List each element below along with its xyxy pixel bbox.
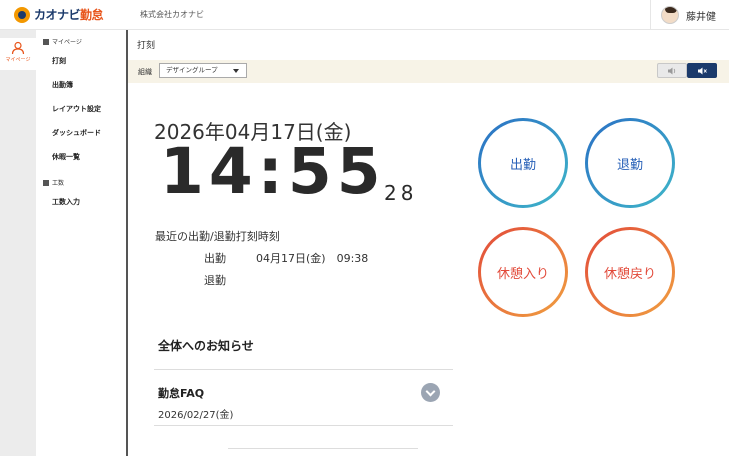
recent-clock-in-value: 04月17日(金) 09:38 [256, 252, 369, 265]
app-header: カオナビ勤怠 株式会社カオナビ 藤井健 [0, 0, 729, 30]
user-menu[interactable]: 藤井健 [650, 0, 729, 30]
group-select[interactable]: デザイングループ [159, 63, 247, 78]
avatar [661, 6, 679, 24]
nav-divider [126, 30, 128, 456]
filter-toolbar: 組織 デザイングループ [128, 60, 729, 83]
recent-clock-out-label: 退勤 [204, 274, 226, 287]
group-select-value: デザイングループ [166, 66, 218, 74]
section-box-icon [43, 179, 49, 186]
nav-section-mypage: マイページ [43, 37, 82, 46]
notice-divider [154, 425, 453, 426]
notice-divider [154, 369, 453, 370]
clock-in-button[interactable]: 出勤 [478, 118, 568, 208]
rail-item-mypage[interactable]: マイページ [0, 38, 36, 70]
nav-item-attendance-book[interactable]: 出勤簿 [52, 80, 73, 90]
group-label: 組織 [138, 68, 152, 76]
nav-item-leave-list[interactable]: 休暇一覧 [52, 152, 80, 162]
rail-item-label: マイページ [5, 57, 31, 63]
speaker-on-icon [668, 67, 676, 75]
recent-clock-in-label: 出勤 [204, 252, 226, 265]
icon-rail: マイページ [0, 30, 36, 456]
person-icon [11, 41, 25, 55]
break-end-button[interactable]: 休憩戻り [585, 227, 675, 317]
company-name: 株式会社カオナビ [140, 10, 204, 19]
break-start-button[interactable]: 休憩入り [478, 227, 568, 317]
side-nav: マイページ 打刻 出勤簿 レイアウト設定 ダッシュボード 休暇一覧 工数 工数入… [36, 30, 126, 456]
nav-item-dashboard[interactable]: ダッシュボード [52, 128, 101, 138]
nav-item-worktime-input[interactable]: 工数入力 [52, 197, 80, 207]
current-seconds: 28 [384, 181, 418, 205]
clock-in-label: 出勤 [481, 121, 565, 205]
chevron-down-icon[interactable] [421, 383, 440, 402]
section-box-icon [43, 38, 49, 45]
recent-punch-heading: 最近の出勤/退勤打刻時刻 [155, 230, 280, 243]
nav-item-punch[interactable]: 打刻 [52, 56, 66, 66]
nav-item-layout-settings[interactable]: レイアウト設定 [52, 104, 101, 114]
logo-text-main: カオナビ [34, 8, 81, 22]
notice-item-title[interactable]: 勤怠FAQ [158, 385, 204, 401]
break-start-label: 休憩入り [481, 230, 565, 314]
logo-mark-icon [14, 6, 30, 23]
sound-on-button[interactable] [657, 63, 687, 78]
app-logo[interactable]: カオナビ勤怠 [14, 6, 104, 23]
notice-item-date: 2026/02/27(金) [158, 410, 234, 421]
speaker-mute-icon [698, 67, 707, 75]
notice-divider [228, 448, 418, 449]
chevron-down-icon [233, 69, 239, 73]
clock-out-label: 退勤 [588, 121, 672, 205]
break-end-label: 休憩戻り [588, 230, 672, 314]
notice-heading: 全体へのお知らせ [158, 339, 254, 353]
nav-section-worktime: 工数 [43, 178, 64, 187]
logo-text-accent: 勤怠 [80, 8, 104, 22]
page-title: 打刻 [137, 41, 156, 51]
current-time: 14:55 [160, 135, 386, 208]
clock-out-button[interactable]: 退勤 [585, 118, 675, 208]
user-name: 藤井健 [686, 11, 716, 23]
sound-mute-button[interactable] [687, 63, 717, 78]
